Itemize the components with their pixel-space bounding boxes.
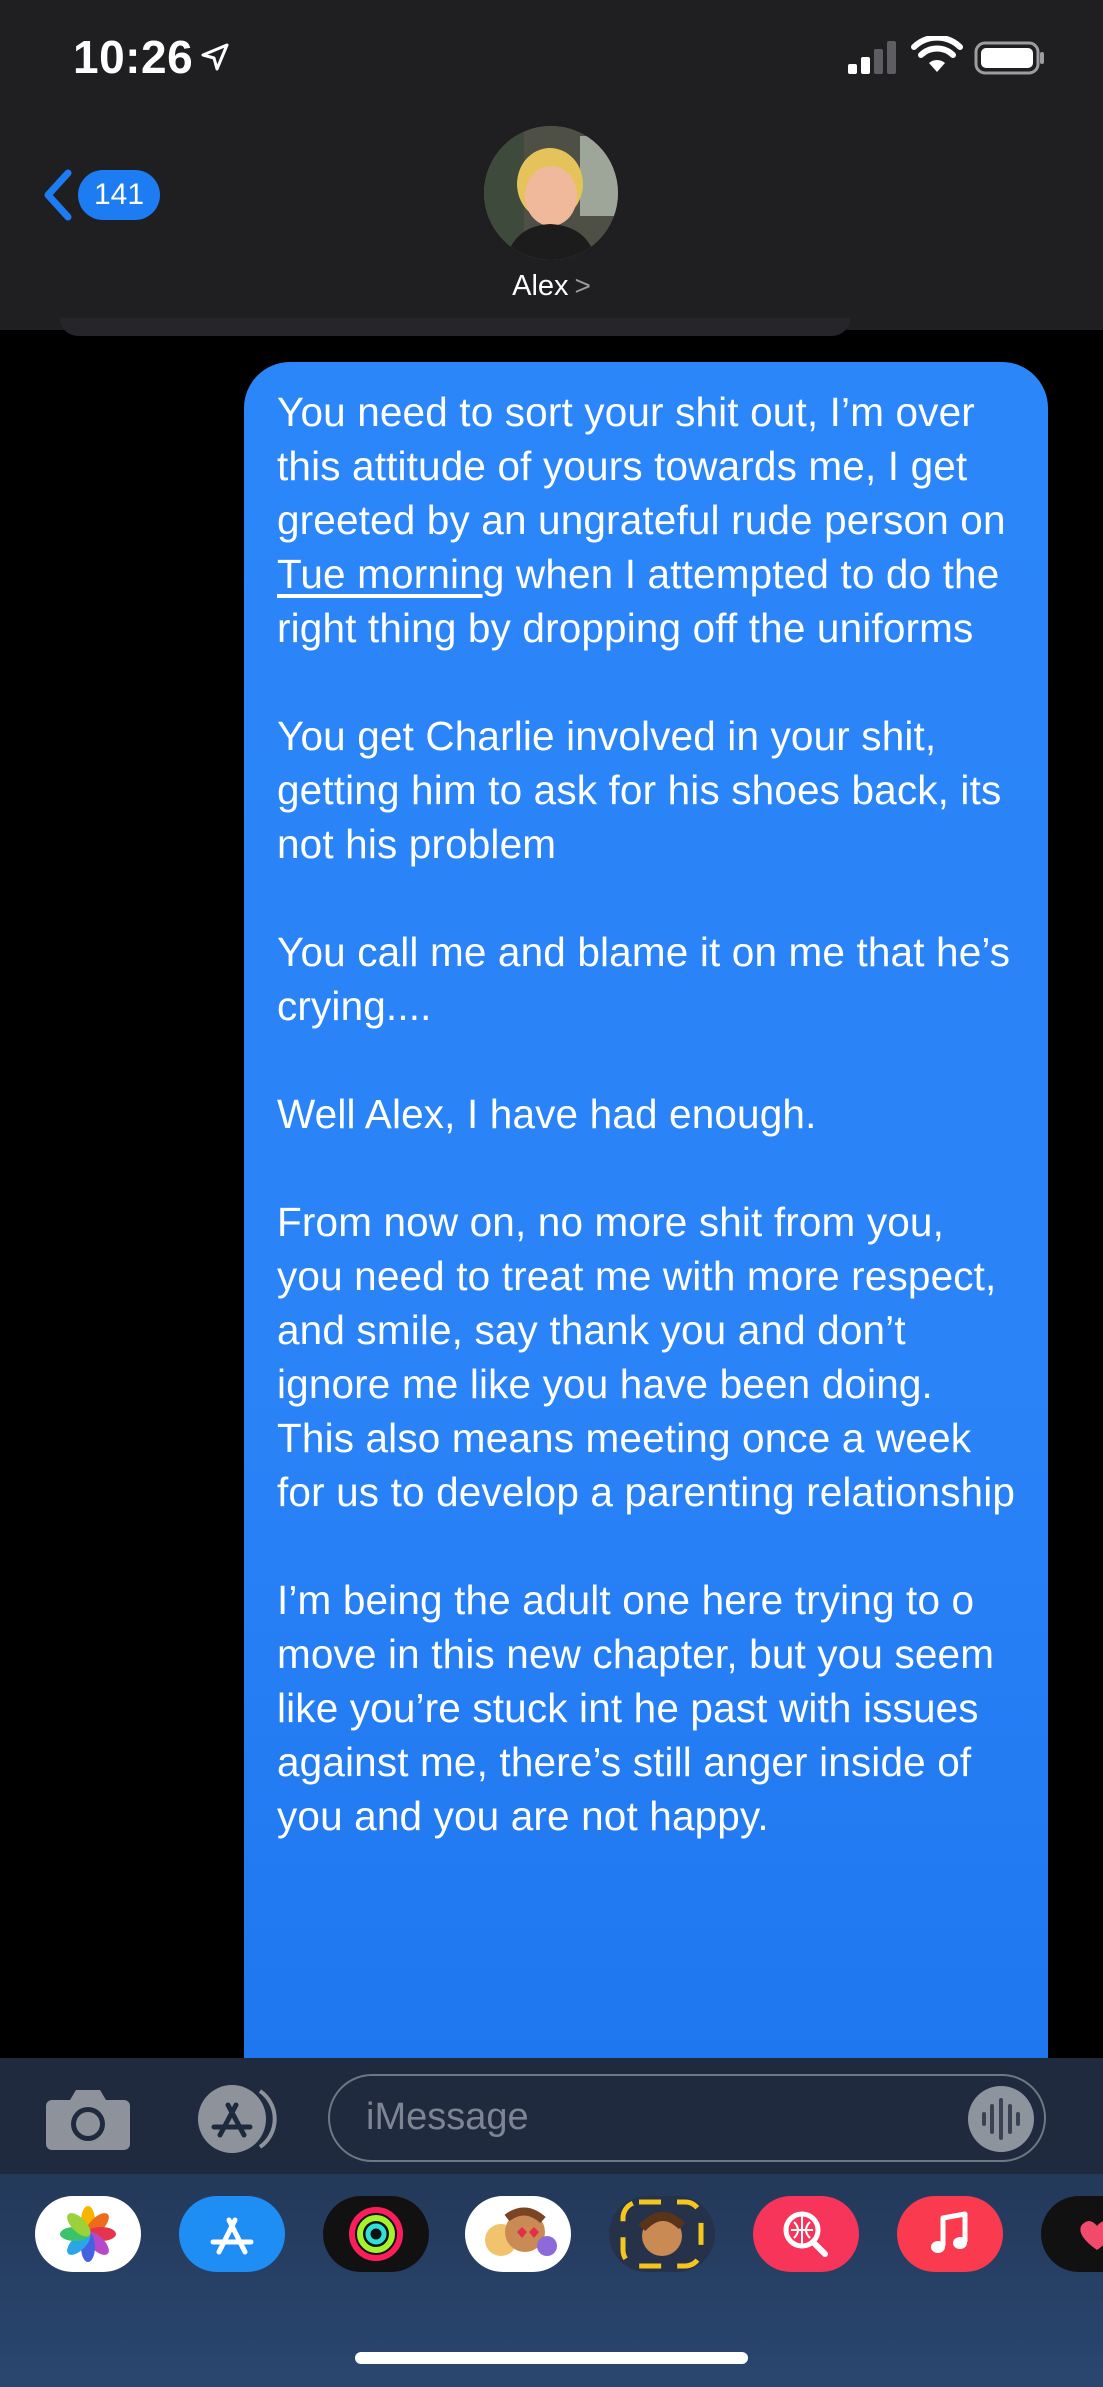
photos-app-icon[interactable] [35,2196,141,2272]
message-paragraph: Well Alex, I have had enough. [277,1091,817,1137]
message-paragraph: I’m being the adult one here trying to o… [277,1577,995,1839]
back-button[interactable]: 141 [40,165,161,225]
activity-app-icon[interactable] [323,2196,429,2272]
date-link[interactable]: Tue morning [277,551,505,597]
location-arrow-icon [201,43,229,71]
sent-message-bubble[interactable]: You need to sort your shit out, I’m over… [244,362,1048,2062]
camera-icon[interactable] [44,2086,132,2152]
contact-name-label: Alex [512,270,569,302]
message-text: You need to sort your shit out, I’m over… [277,389,1006,543]
chevron-right-icon: > [574,270,591,301]
status-time: 10:26 [73,31,194,83]
avatar-photo [484,126,618,260]
memoji-stickers-app-icon[interactable] [465,2196,571,2272]
battery-icon [974,41,1044,75]
imessage-input[interactable]: iMessage [328,2074,1046,2162]
music-app-icon[interactable] [897,2196,1003,2272]
previous-message-bubble-edge [60,318,850,336]
message-paragraph: You get Charlie involved in your shit, g… [277,713,1002,867]
imessage-placeholder: iMessage [366,2096,529,2138]
chevron-back-icon [44,169,72,221]
message-paragraph: You need to sort your shit out, I’m over… [277,385,1018,655]
wifi-icon [911,36,963,72]
app-store-icon[interactable] [186,2083,282,2155]
message-paragraph: You call me and blame it on me that he’s… [277,929,1011,1029]
contact-avatar[interactable] [484,126,618,260]
contact-name[interactable]: Alex > [0,270,1103,303]
images-search-app-icon[interactable] [753,2196,859,2272]
status-bar: 10:26 [0,0,1103,110]
signal-icon [848,41,896,74]
home-indicator[interactable] [355,2352,748,2364]
audio-message-button[interactable] [968,2086,1034,2152]
app-store-app-icon[interactable] [179,2196,285,2272]
unread-count-badge: 141 [78,170,161,220]
message-paragraph: From now on, no more shit from you, you … [277,1199,1016,1515]
waveform-icon [982,2098,1020,2140]
memoji-app-icon[interactable] [609,2196,715,2272]
